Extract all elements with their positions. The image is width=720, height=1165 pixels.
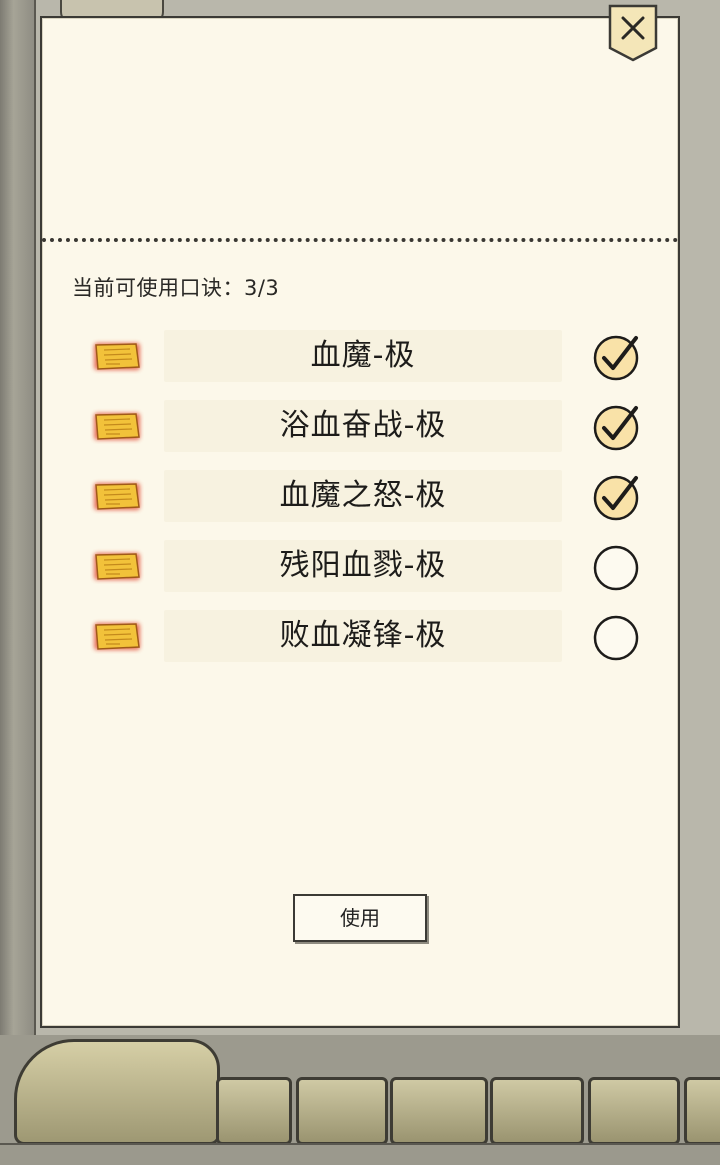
mantra-name: 血魔-极 (310, 338, 416, 373)
mantra-token-icon (90, 548, 144, 584)
mantra-token-icon (90, 618, 144, 654)
checked-checkbox-icon[interactable] (592, 332, 642, 382)
background-slot (588, 1077, 680, 1145)
close-button[interactable] (608, 4, 658, 62)
checked-checkbox-icon[interactable] (592, 402, 642, 452)
background-slot (490, 1077, 584, 1145)
mantra-token-icon (90, 408, 144, 444)
mantra-name: 残阳血戮-极 (279, 548, 447, 583)
mantra-quota-label: 当前可使用口诀：3/3 (72, 276, 280, 300)
checked-checkbox-icon[interactable] (592, 472, 642, 522)
mantra-name: 血魔之怒-极 (279, 478, 447, 513)
unchecked-checkbox-icon[interactable] (592, 542, 642, 592)
background-book (14, 1039, 220, 1145)
mantra-name: 败血凝锋-极 (279, 618, 447, 653)
background-ground (0, 1143, 720, 1165)
mantra-row[interactable]: 败血凝锋-极 (86, 610, 646, 666)
close-icon (608, 4, 658, 62)
background-slot (296, 1077, 388, 1145)
mantra-token-icon (90, 338, 144, 374)
background-scroll-edge (0, 0, 36, 1165)
mantra-row[interactable]: 血魔之怒-极 (86, 470, 646, 526)
mantra-name: 浴血奋战-极 (279, 408, 447, 443)
unchecked-checkbox-icon[interactable] (592, 612, 642, 662)
mantra-row[interactable]: 浴血奋战-极 (86, 400, 646, 456)
background-slot (684, 1077, 720, 1145)
mantra-row[interactable]: 残阳血戮-极 (86, 540, 646, 596)
mantra-token-icon (90, 478, 144, 514)
background-slot (390, 1077, 488, 1145)
background-slot (216, 1077, 292, 1145)
mantra-row[interactable]: 血魔-极 (86, 330, 646, 386)
dotted-divider (42, 238, 678, 242)
use-button[interactable]: 使用 (293, 894, 427, 942)
